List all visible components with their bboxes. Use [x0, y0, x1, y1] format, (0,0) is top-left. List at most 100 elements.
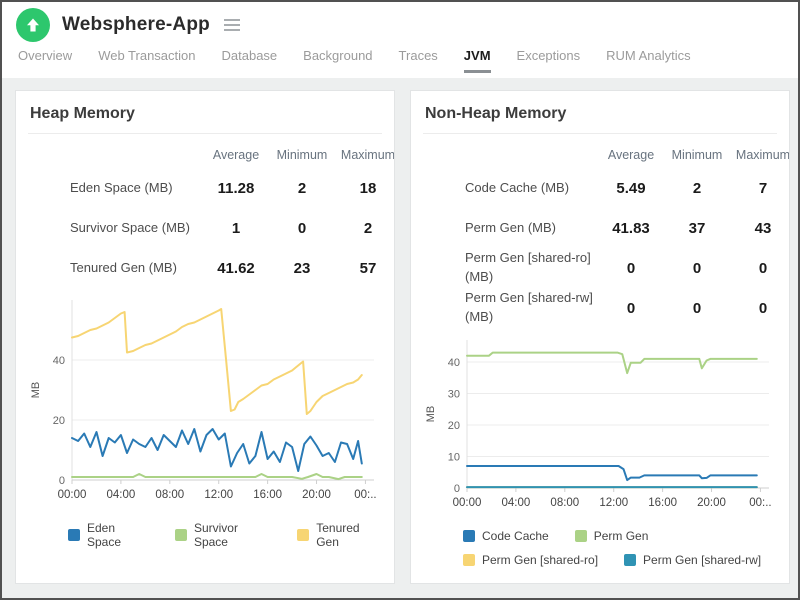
- tab-jvm[interactable]: JVM: [463, 48, 491, 73]
- table-row: Perm Gen (MB) 41.83 37 43: [423, 208, 789, 248]
- tab-background[interactable]: Background: [303, 48, 372, 70]
- row-minimum: 0: [692, 299, 702, 317]
- row-average: 41.83: [612, 219, 650, 237]
- code-cache-swatch-icon: [463, 530, 475, 542]
- legend-item-perm-gen-shared-ro[interactable]: Perm Gen [shared-ro]: [463, 553, 598, 567]
- row-label: Perm Gen [shared-ro] (MB): [465, 250, 591, 284]
- legend-label: Eden Space: [87, 521, 122, 549]
- col-header-maximum: Maximum: [340, 148, 395, 162]
- svg-text:40: 40: [53, 355, 65, 367]
- svg-text:20:00: 20:00: [302, 489, 331, 501]
- arrow-up-icon: [27, 18, 39, 32]
- row-label: Tenured Gen (MB): [70, 259, 177, 275]
- tab-overview[interactable]: Overview: [18, 48, 72, 70]
- legend-label: Perm Gen [shared-ro]: [482, 553, 599, 567]
- row-label: Survivor Space (MB): [70, 219, 190, 235]
- svg-text:MB: MB: [425, 406, 437, 423]
- row-average: 11.28: [217, 179, 255, 197]
- row-average: 0: [626, 299, 636, 317]
- row-maximum: 7: [758, 179, 768, 197]
- svg-text:08:00: 08:00: [550, 497, 579, 509]
- legend-item-code-cache[interactable]: Code Cache: [463, 529, 549, 543]
- legend-label: Code Cache: [482, 529, 549, 543]
- status-up-icon: [16, 8, 50, 42]
- row-average: 5.49: [616, 179, 646, 197]
- row-maximum: 43: [754, 219, 772, 237]
- table-row: Eden Space (MB) 11.28 2 18: [28, 168, 394, 208]
- svg-text:0: 0: [59, 475, 65, 487]
- legend-item-survivor-space[interactable]: Survivor Space: [174, 521, 271, 549]
- heap-memory-panel: Heap Memory Average Minimum Maximum Eden…: [15, 90, 395, 584]
- legend-label: Perm Gen: [593, 529, 649, 543]
- table-row: Code Cache (MB) 5.49 2 7: [423, 168, 789, 208]
- row-maximum: 0: [758, 299, 768, 317]
- table-header-row: Average Minimum Maximum: [28, 142, 395, 168]
- eden-space-swatch-icon: [68, 529, 80, 541]
- tab-rum-analytics[interactable]: RUM Analytics: [606, 48, 691, 70]
- legend-item-perm-gen-shared-rw[interactable]: Perm Gen [shared-rw]: [624, 553, 761, 567]
- perm-gen-shared-ro-swatch-icon: [463, 554, 475, 566]
- svg-text:08:00: 08:00: [155, 489, 184, 501]
- legend-item-perm-gen[interactable]: Perm Gen: [574, 529, 649, 543]
- non-heap-memory-chart[interactable]: 0 10 20 30 40 00:00 04:00 08:00 12:00 16:00 20:00 0…: [423, 334, 777, 517]
- perm-gen-shared-rw-swatch-icon: [624, 554, 637, 566]
- legend-label: Tenured Gen: [316, 521, 360, 549]
- table-row: Survivor Space (MB) 1 0 2: [28, 208, 394, 248]
- col-header-average: Average: [212, 148, 260, 162]
- row-maximum: 2: [363, 219, 373, 237]
- tab-bar: Overview Web Transaction Database Backgr…: [2, 48, 798, 78]
- svg-text:04:00: 04:00: [502, 497, 531, 509]
- tab-web-transaction[interactable]: Web Transaction: [98, 48, 195, 70]
- table-row: Tenured Gen (MB) 41.62 23 57: [28, 248, 394, 288]
- row-label: Perm Gen [shared-rw] (MB): [465, 290, 593, 324]
- app-header: Websphere-App: [2, 2, 798, 48]
- non-heap-stats-table: Average Minimum Maximum Code Cache (MB) …: [423, 142, 790, 328]
- svg-text:40: 40: [448, 357, 460, 369]
- non-heap-memory-panel: Non-Heap Memory Average Minimum Maximum …: [410, 90, 790, 584]
- heap-chart-legend: Eden Space Survivor Space Tenured Gen: [68, 521, 382, 549]
- col-header-maximum: Maximum: [735, 148, 790, 162]
- app-window: Websphere-App Overview Web Transaction D…: [0, 0, 800, 600]
- svg-text:12:00: 12:00: [204, 489, 233, 501]
- row-minimum: 2: [297, 179, 307, 197]
- row-average: 0: [626, 259, 636, 277]
- svg-text:00:..: 00:..: [749, 497, 771, 509]
- row-average: 1: [231, 219, 241, 237]
- svg-text:20: 20: [448, 420, 460, 432]
- col-header-average: Average: [607, 148, 655, 162]
- tenured-gen-swatch-icon: [297, 529, 310, 541]
- table-row: Perm Gen [shared-rw] (MB) 0 0 0: [423, 288, 789, 328]
- legend-item-tenured-gen[interactable]: Tenured Gen: [297, 521, 382, 549]
- tab-traces[interactable]: Traces: [399, 48, 438, 70]
- svg-text:16:00: 16:00: [253, 489, 282, 501]
- perm-gen-swatch-icon: [574, 530, 587, 542]
- hamburger-menu-icon[interactable]: [220, 15, 244, 35]
- svg-text:30: 30: [448, 389, 460, 401]
- table-header-row: Average Minimum Maximum: [423, 142, 790, 168]
- content-area: Heap Memory Average Minimum Maximum Eden…: [2, 78, 798, 598]
- table-row: Perm Gen [shared-ro] (MB) 0 0 0: [423, 248, 789, 288]
- svg-text:10: 10: [448, 452, 460, 464]
- legend-label: Survivor Space: [193, 521, 238, 549]
- heap-memory-chart[interactable]: 0 20 40 00:00 04:00 08:00 12:00 16:00 20:00 00:..…: [28, 294, 382, 509]
- panel-divider: [28, 133, 382, 134]
- svg-text:04:00: 04:00: [107, 489, 136, 501]
- col-header-minimum: Minimum: [276, 148, 328, 162]
- survivor-space-swatch-icon: [174, 529, 187, 541]
- row-minimum: 23: [293, 259, 311, 277]
- tab-exceptions[interactable]: Exceptions: [517, 48, 581, 70]
- app-title: Websphere-App: [62, 14, 210, 35]
- row-average: 41.62: [217, 259, 255, 277]
- svg-text:20: 20: [53, 415, 65, 427]
- svg-text:MB: MB: [30, 382, 42, 399]
- row-minimum: 2: [692, 179, 702, 197]
- non-heap-chart-legend: Code Cache Perm Gen Perm Gen [shared-ro]: [463, 529, 777, 567]
- svg-text:0: 0: [454, 483, 460, 495]
- row-maximum: 0: [758, 259, 768, 277]
- non-heap-panel-title: Non-Heap Memory: [425, 105, 567, 122]
- svg-text:12:00: 12:00: [599, 497, 628, 509]
- row-label: Code Cache (MB): [465, 179, 570, 195]
- tab-database[interactable]: Database: [222, 48, 278, 70]
- col-header-minimum: Minimum: [671, 148, 723, 162]
- legend-item-eden-space[interactable]: Eden Space: [68, 521, 149, 549]
